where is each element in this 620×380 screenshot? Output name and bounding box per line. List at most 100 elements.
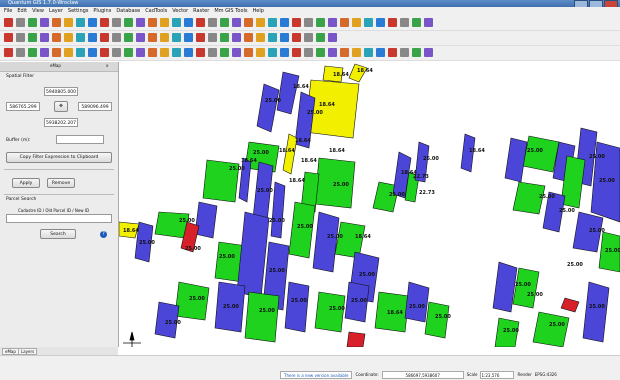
- tool-button-icon[interactable]: [280, 48, 289, 57]
- parcel-polygon[interactable]: [334, 221, 366, 259]
- parcel-polygon[interactable]: [492, 261, 518, 313]
- tool-button-icon[interactable]: [424, 48, 433, 57]
- parcel-polygon[interactable]: [582, 281, 610, 343]
- menu-raster[interactable]: Raster: [193, 7, 209, 16]
- tool-button-icon[interactable]: [400, 18, 409, 27]
- menu-view[interactable]: View: [32, 7, 44, 16]
- menu-plugins[interactable]: Plugins: [93, 7, 111, 16]
- tab-layers[interactable]: Layers: [18, 348, 38, 355]
- tool-button-icon[interactable]: [256, 33, 265, 42]
- render-label[interactable]: Render: [517, 371, 531, 379]
- tool-button-icon[interactable]: [172, 48, 181, 57]
- tool-button-icon[interactable]: [196, 18, 205, 27]
- tool-button-icon[interactable]: [268, 48, 277, 57]
- tool-button-icon[interactable]: [412, 18, 421, 27]
- remove-button[interactable]: Remove: [47, 178, 75, 188]
- tool-button-icon[interactable]: [232, 18, 241, 27]
- parcel-polygon[interactable]: [276, 71, 300, 115]
- tab-emap[interactable]: eMap: [2, 348, 19, 355]
- tool-button-icon[interactable]: [16, 18, 25, 27]
- tool-button-icon[interactable]: [400, 48, 409, 57]
- parcel-polygon[interactable]: [244, 291, 280, 343]
- tool-button-icon[interactable]: [88, 33, 97, 42]
- tool-button-icon[interactable]: [196, 33, 205, 42]
- tool-button-icon[interactable]: [304, 18, 313, 27]
- west-field[interactable]: 586765.299: [6, 102, 40, 111]
- tool-button-icon[interactable]: [184, 18, 193, 27]
- tool-button-icon[interactable]: [328, 33, 337, 42]
- map-canvas[interactable]: 18.64 18.64 25.00 25.00 25.00 25.00 18.64 18.64…: [119, 62, 620, 347]
- tool-button-icon[interactable]: [316, 48, 325, 57]
- tool-button-icon[interactable]: [424, 18, 433, 27]
- tool-button-icon[interactable]: [88, 48, 97, 57]
- tool-button-icon[interactable]: [232, 48, 241, 57]
- parcel-polygon[interactable]: [238, 157, 252, 203]
- help-icon[interactable]: ?: [100, 231, 107, 238]
- tool-button-icon[interactable]: [64, 18, 73, 27]
- south-field[interactable]: 5938202.207: [44, 118, 78, 127]
- copy-filter-button[interactable]: Copy Filter Expression to Clipboard: [6, 152, 112, 163]
- tool-button-icon[interactable]: [328, 18, 337, 27]
- menu-database[interactable]: Database: [116, 7, 140, 16]
- tool-button-icon[interactable]: [4, 33, 13, 42]
- tool-button-icon[interactable]: [172, 33, 181, 42]
- parcel-polygon[interactable]: [284, 281, 310, 333]
- tool-button-icon[interactable]: [220, 48, 229, 57]
- menu-cadtools[interactable]: CadTools: [145, 7, 167, 16]
- tool-button-icon[interactable]: [316, 18, 325, 27]
- tool-button-icon[interactable]: [196, 48, 205, 57]
- tool-button-icon[interactable]: [352, 18, 361, 27]
- tool-button-icon[interactable]: [208, 18, 217, 27]
- tool-button-icon[interactable]: [4, 18, 13, 27]
- tool-button-icon[interactable]: [160, 18, 169, 27]
- parcel-polygon[interactable]: [560, 297, 580, 313]
- north-field[interactable]: 5940805.000: [44, 87, 78, 96]
- tool-button-icon[interactable]: [4, 48, 13, 57]
- tool-button-icon[interactable]: [16, 48, 25, 57]
- tool-button-icon[interactable]: [292, 33, 301, 42]
- parcel-polygon[interactable]: [532, 311, 570, 347]
- tool-button-icon[interactable]: [304, 48, 313, 57]
- tool-button-icon[interactable]: [76, 48, 85, 57]
- menu-mm-gis-tools[interactable]: Mm GIS Tools: [214, 7, 247, 16]
- tool-button-icon[interactable]: [220, 33, 229, 42]
- tool-button-icon[interactable]: [64, 33, 73, 42]
- tool-button-icon[interactable]: [124, 18, 133, 27]
- apply-button[interactable]: Apply: [12, 178, 40, 188]
- panel-close-icon[interactable]: x: [106, 63, 108, 68]
- cadastre-input[interactable]: [6, 214, 112, 223]
- tool-button-icon[interactable]: [280, 18, 289, 27]
- parcel-polygon[interactable]: [404, 281, 430, 323]
- tool-button-icon[interactable]: [268, 18, 277, 27]
- tool-button-icon[interactable]: [112, 48, 121, 57]
- tool-button-icon[interactable]: [124, 33, 133, 42]
- tool-button-icon[interactable]: [76, 18, 85, 27]
- scale-field[interactable]: 1:23,576: [480, 371, 515, 379]
- tool-button-icon[interactable]: [316, 33, 325, 42]
- tool-button-icon[interactable]: [268, 33, 277, 42]
- tool-button-icon[interactable]: [124, 48, 133, 57]
- tool-button-icon[interactable]: [160, 48, 169, 57]
- tool-button-icon[interactable]: [256, 18, 265, 27]
- tool-button-icon[interactable]: [28, 48, 37, 57]
- tool-button-icon[interactable]: [136, 33, 145, 42]
- tool-button-icon[interactable]: [256, 48, 265, 57]
- tool-button-icon[interactable]: [148, 48, 157, 57]
- tool-button-icon[interactable]: [352, 48, 361, 57]
- menu-edit[interactable]: Edit: [17, 7, 27, 16]
- buffer-input[interactable]: [56, 135, 104, 144]
- search-button[interactable]: Search: [40, 229, 76, 239]
- parcel-polygon[interactable]: [194, 201, 218, 239]
- tool-button-icon[interactable]: [52, 33, 61, 42]
- tool-button-icon[interactable]: [364, 48, 373, 57]
- tool-button-icon[interactable]: [340, 48, 349, 57]
- tool-button-icon[interactable]: [136, 18, 145, 27]
- tool-button-icon[interactable]: [388, 48, 397, 57]
- tool-button-icon[interactable]: [100, 33, 109, 42]
- menu-vector[interactable]: Vector: [172, 7, 188, 16]
- tool-button-icon[interactable]: [304, 33, 313, 42]
- tool-button-icon[interactable]: [64, 48, 73, 57]
- parcel-polygon[interactable]: [312, 211, 340, 273]
- parcel-polygon[interactable]: [314, 291, 346, 333]
- parcel-polygon[interactable]: [504, 137, 528, 183]
